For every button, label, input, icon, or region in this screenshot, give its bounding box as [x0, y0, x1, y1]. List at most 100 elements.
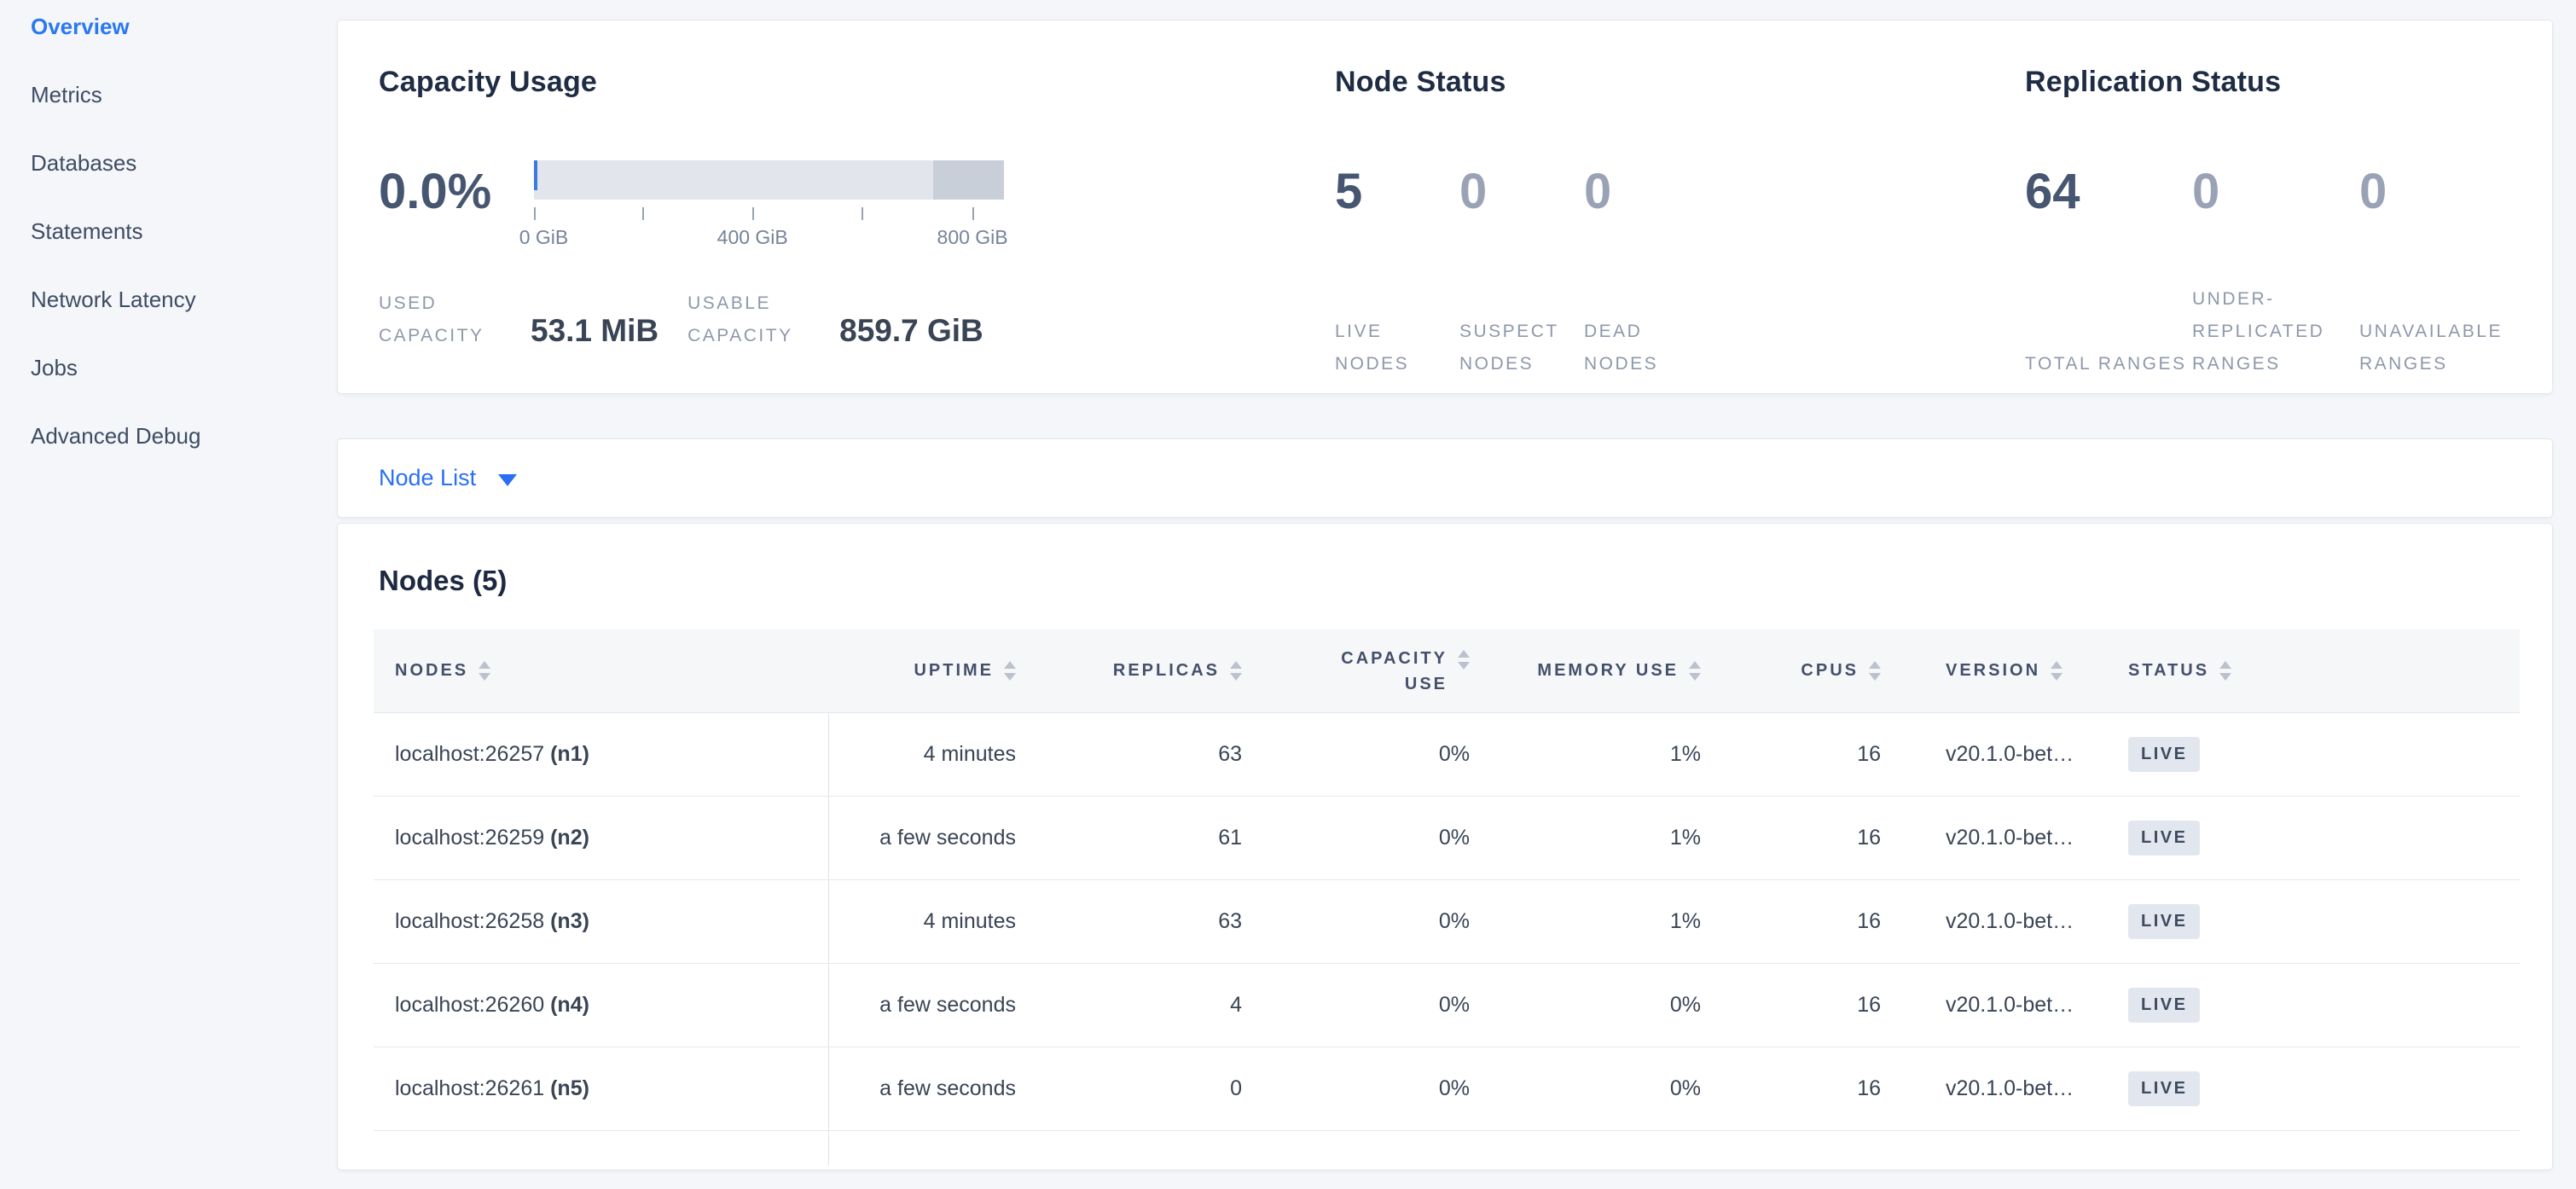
cell-status: LIVE	[2116, 880, 2520, 963]
table-row: localhost:26259 (n2) a few seconds 61 0%…	[374, 797, 2520, 880]
cell-version: v20.1.0-bet…	[1905, 880, 2116, 963]
cell-memory-use: 0%	[1494, 964, 1725, 1047]
sidebar-item-advanced-debug[interactable]: Advanced Debug	[31, 402, 337, 470]
cell-uptime: 4 minutes	[829, 713, 1040, 796]
capacity-axis-labels: 0 GiB 400 GiB 800 GiB	[534, 226, 1004, 253]
cell-cpus: 16	[1725, 1047, 1905, 1130]
unavailable-ranges-label: UNAVAILABLE RANGES	[2359, 316, 2527, 380]
status-badge: LIVE	[2128, 988, 2200, 1023]
sidebar-item-jobs[interactable]: Jobs	[31, 334, 337, 402]
sidebar-item-statements[interactable]: Statements	[31, 197, 337, 265]
cell-replicas: 4	[1040, 964, 1266, 1047]
status-badge: LIVE	[2128, 737, 2200, 772]
cell-capacity-use: 0%	[1266, 964, 1494, 1047]
sort-icon[interactable]	[1230, 661, 1242, 681]
node-link[interactable]: localhost:26258 (n3)	[395, 909, 589, 934]
cell-replicas: 0	[1040, 1047, 1266, 1130]
sort-icon[interactable]	[2051, 661, 2063, 681]
total-ranges-value: 64	[2025, 160, 2192, 280]
cell-nodes: localhost:26258 (n3)	[374, 880, 829, 963]
total-ranges-label: TOTAL RANGES	[2025, 348, 2192, 380]
axis-label-800: 800 GiB	[937, 226, 1008, 249]
column-header-memory-use: MEMORY USE	[1494, 629, 1725, 712]
sort-icon[interactable]	[1004, 661, 1016, 681]
table-row: localhost:26260 (n4) a few seconds 4 0% …	[374, 964, 2520, 1047]
under-replicated-label: UNDER-REPLICATED RANGES	[2192, 283, 2359, 380]
dead-nodes-metric: 0 DEAD NODES	[1584, 160, 1709, 380]
node-list-bar: Node List	[337, 438, 2553, 518]
cell-version: v20.1.0-bet…	[1905, 797, 2116, 879]
live-nodes-metric: 5 LIVE NODES	[1335, 160, 1459, 380]
capacity-percent: 0.0%	[379, 167, 534, 217]
cell-uptime: 4 minutes	[829, 880, 1040, 963]
node-link[interactable]: localhost:26257 (n1)	[395, 742, 589, 767]
column-header-nodes: NODES	[374, 629, 829, 712]
cell-cpus: 16	[1725, 713, 1905, 796]
node-list-dropdown[interactable]: Node List	[379, 465, 517, 491]
cell-status: LIVE	[2116, 964, 2520, 1047]
cell-cpus: 16	[1725, 880, 1905, 963]
status-badge: LIVE	[2128, 1071, 2200, 1106]
column-header-capacity-use: CAPACITY USE	[1266, 629, 1494, 712]
usable-capacity-label: USABLE CAPACITY	[688, 287, 817, 352]
suspect-nodes-metric: 0 SUSPECT NODES	[1459, 160, 1584, 380]
node-link[interactable]: localhost:26261 (n5)	[395, 1076, 589, 1101]
dead-nodes-label: DEAD NODES	[1584, 316, 1709, 380]
node-link[interactable]: localhost:26260 (n4)	[395, 993, 589, 1018]
sidebar-item-databases[interactable]: Databases	[31, 129, 337, 197]
status-badge: LIVE	[2128, 821, 2200, 856]
column-header-version: VERSION	[1905, 629, 2116, 712]
sidebar-item-overview[interactable]: Overview	[31, 0, 337, 61]
cell-replicas: 63	[1040, 880, 1266, 963]
sort-icon[interactable]	[479, 661, 490, 681]
sort-icon[interactable]	[1458, 650, 1470, 670]
sidebar-item-metrics[interactable]: Metrics	[31, 61, 337, 129]
sidebar-item-network-latency[interactable]: Network Latency	[31, 265, 337, 334]
suspect-nodes-value: 0	[1459, 160, 1584, 280]
cell-version: v20.1.0-bet…	[1905, 713, 2116, 796]
sort-icon[interactable]	[1869, 661, 1881, 681]
capacity-reserved-segment	[933, 160, 1004, 200]
column-header-cpus: CPUS	[1725, 629, 1905, 712]
used-capacity-label: USED CAPACITY	[379, 287, 508, 352]
cell-cpus: 16	[1725, 797, 1905, 879]
table-header-row: NODES UPTIME REPLICAS CAPACITY USE	[374, 629, 2520, 713]
used-capacity-value: 53.1 MiB	[531, 313, 659, 349]
caret-down-icon	[498, 474, 517, 486]
dead-nodes-value: 0	[1584, 160, 1709, 280]
cell-cpus: 16	[1725, 964, 1905, 1047]
column-header-replicas: REPLICAS	[1040, 629, 1266, 712]
sort-icon[interactable]	[1689, 661, 1701, 681]
capacity-usage-title: Capacity Usage	[379, 65, 1335, 99]
cell-memory-use: 1%	[1494, 880, 1725, 963]
cell-memory-use: 1%	[1494, 713, 1725, 796]
unavailable-ranges-value: 0	[2359, 160, 2527, 280]
cell-memory-use: 1%	[1494, 797, 1725, 879]
status-badge: LIVE	[2128, 904, 2200, 939]
table-row: localhost:26258 (n3) 4 minutes 63 0% 1% …	[374, 880, 2520, 964]
capacity-usage-section: Capacity Usage 0.0%	[379, 65, 1335, 393]
table-row: localhost:26257 (n1) 4 minutes 63 0% 1% …	[374, 713, 2520, 797]
cell-nodes: localhost:26260 (n4)	[374, 964, 829, 1047]
under-replicated-metric: 0 UNDER-REPLICATED RANGES	[2192, 160, 2359, 380]
replication-status-title: Replication Status	[2025, 65, 2552, 99]
cell-uptime: a few seconds	[829, 1047, 1040, 1130]
axis-tick	[642, 207, 644, 220]
capacity-footer: USED CAPACITY 53.1 MiB USABLE CAPACITY 8…	[379, 287, 1335, 352]
axis-tick	[752, 207, 754, 220]
axis-tick	[862, 207, 863, 220]
suspect-nodes-label: SUSPECT NODES	[1459, 316, 1584, 380]
cell-version: v20.1.0-bet…	[1905, 964, 2116, 1047]
sort-icon[interactable]	[2219, 661, 2231, 681]
capacity-meter: 0 GiB 400 GiB 800 GiB	[534, 160, 1004, 253]
cell-capacity-use: 0%	[1266, 1047, 1494, 1130]
nodes-table-card: Nodes (5) NODES UPTIME REPLICAS	[337, 523, 2553, 1170]
live-nodes-value: 5	[1335, 160, 1459, 280]
node-link[interactable]: localhost:26259 (n2)	[395, 826, 589, 850]
cell-uptime: a few seconds	[829, 964, 1040, 1047]
column-header-status: STATUS	[2116, 629, 2520, 712]
cell-replicas: 61	[1040, 797, 1266, 879]
table-footer-spacer	[374, 1131, 2520, 1165]
cell-memory-use: 0%	[1494, 1047, 1725, 1130]
column-header-uptime: UPTIME	[829, 629, 1040, 712]
